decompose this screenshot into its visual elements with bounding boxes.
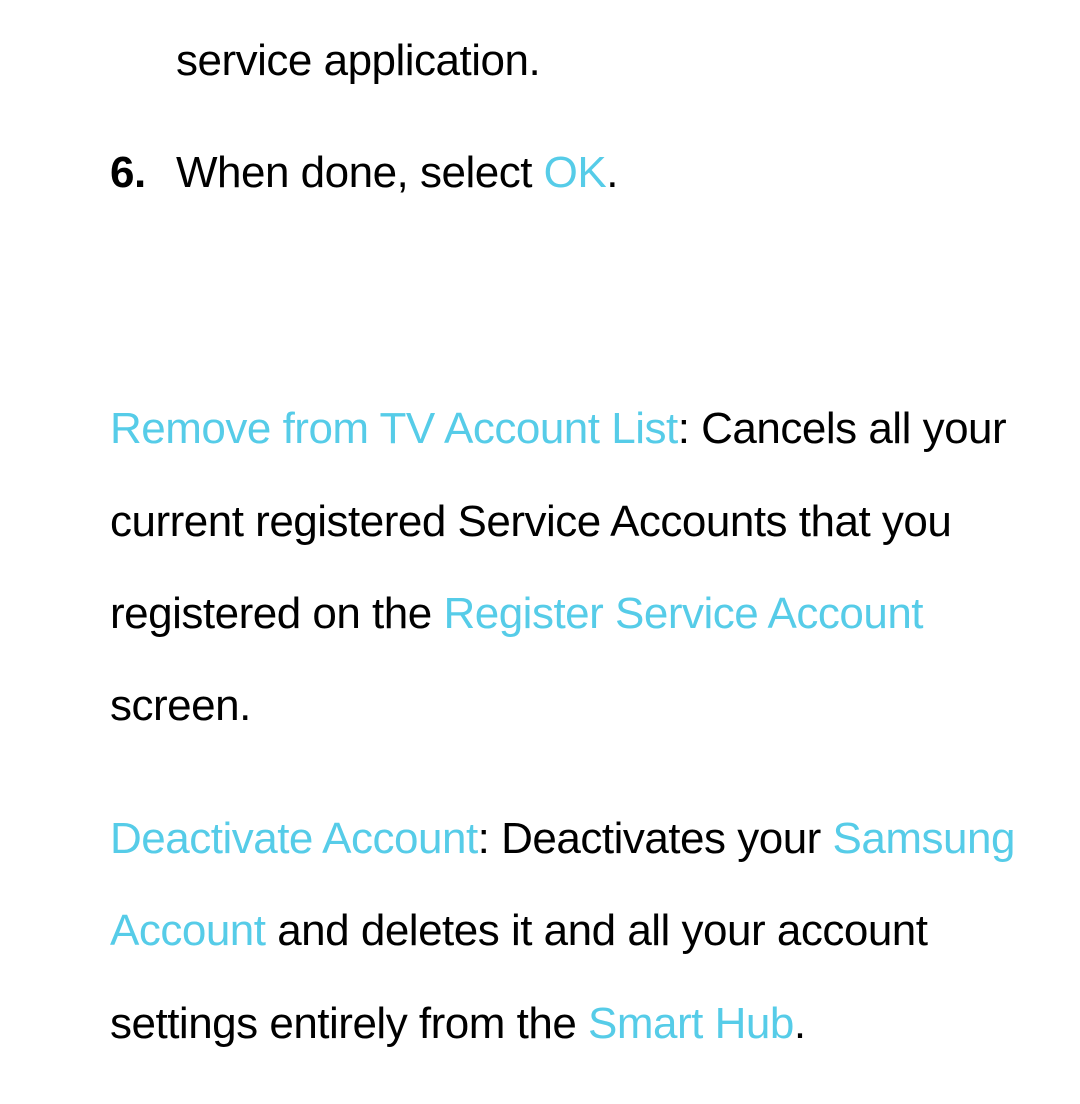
para2-text3: . xyxy=(794,999,806,1048)
step-6-suffix: . xyxy=(606,148,618,197)
deactivate-account-description: Deactivate Account: Deactivates your Sam… xyxy=(110,793,1040,1070)
continued-text: service application. xyxy=(176,30,1040,92)
step-6-prefix: When done, select xyxy=(176,148,544,197)
remove-from-tv-account-list-description: Remove from TV Account List: Cancels all… xyxy=(110,383,1040,753)
step-text: When done, select OK. xyxy=(176,142,1040,204)
deactivate-account-label: Deactivate Account xyxy=(110,814,478,863)
step-6: 6. When done, select OK. xyxy=(110,142,1040,204)
ok-label: OK xyxy=(544,148,607,197)
para1-text2: screen. xyxy=(110,681,251,730)
remove-from-tv-account-list-label: Remove from TV Account List xyxy=(110,404,678,453)
step-number: 6. xyxy=(110,142,176,204)
register-service-account-label: Register Service Account xyxy=(443,589,923,638)
para2-text1: : Deactivates your xyxy=(478,814,833,863)
smart-hub-label: Smart Hub xyxy=(588,999,794,1048)
